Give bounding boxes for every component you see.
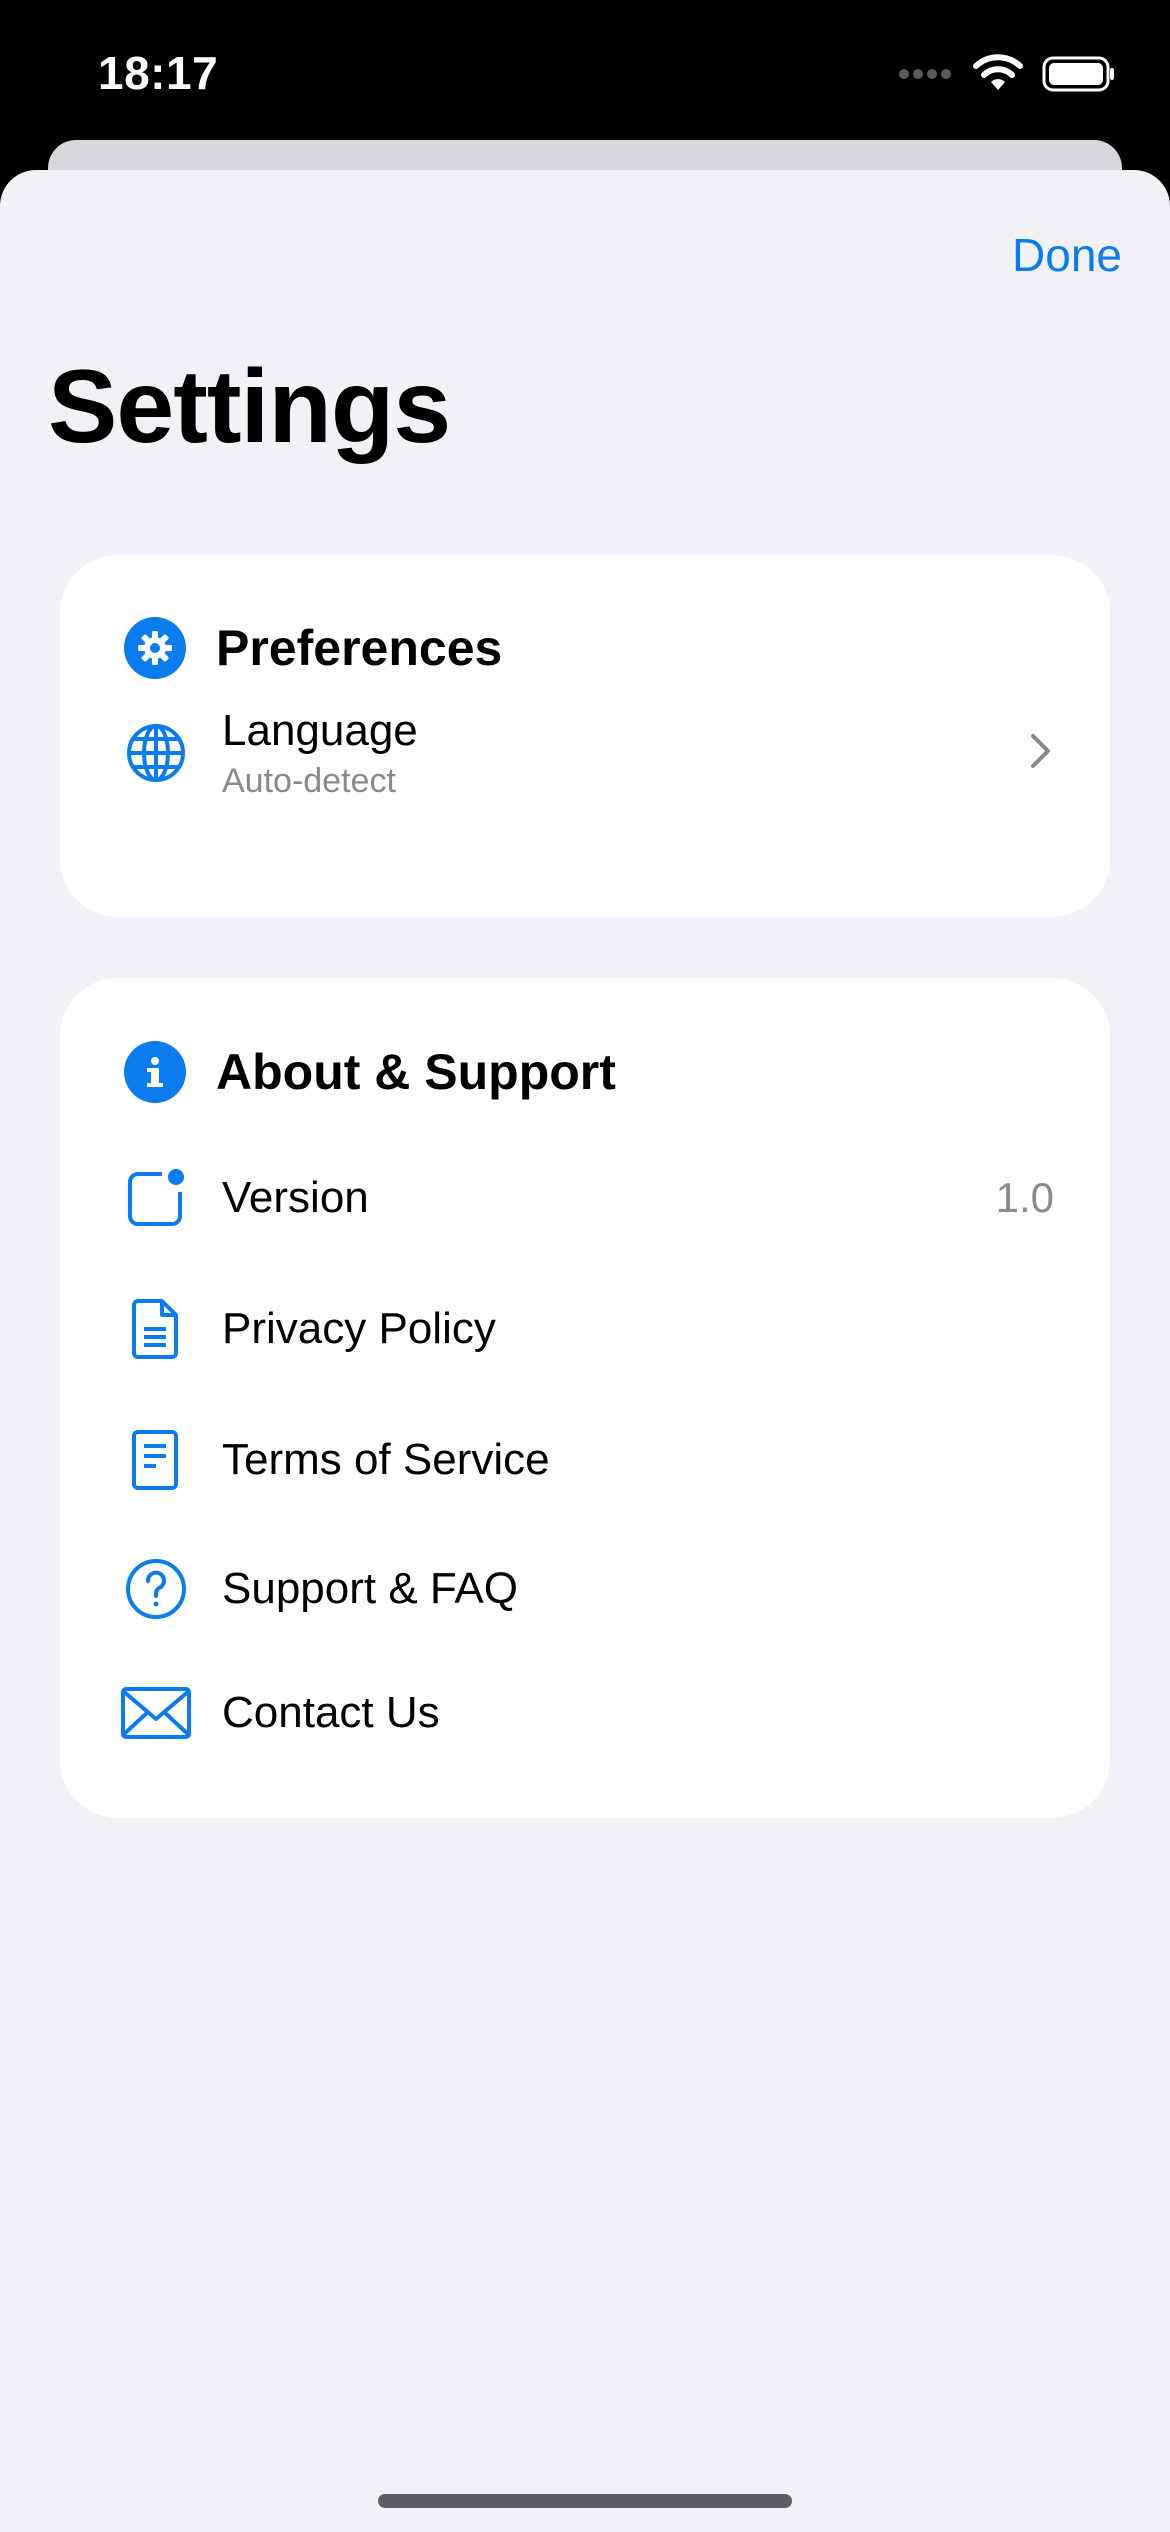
preferences-title: Preferences: [216, 620, 503, 676]
privacy-policy-row[interactable]: Privacy Policy: [116, 1284, 1054, 1374]
language-value: Auto-detect: [222, 761, 396, 800]
wifi-icon: [972, 54, 1024, 99]
document-icon: [116, 1289, 196, 1369]
version-value: 1.0: [995, 1174, 1054, 1221]
language-label: Language: [222, 705, 418, 755]
support-faq-row[interactable]: Support & FAQ: [116, 1544, 1054, 1634]
privacy-policy-label: Privacy Policy: [222, 1304, 496, 1353]
contact-us-row[interactable]: Contact Us: [116, 1668, 1054, 1758]
terms-of-service-label: Terms of Service: [222, 1435, 550, 1484]
settings-sheet: Done Settings Preferences Language Auto-…: [0, 170, 1170, 2532]
info-icon: [124, 1041, 186, 1103]
signal-dots-icon: [898, 67, 954, 86]
question-circle-icon: [116, 1549, 196, 1629]
about-title: About & Support: [216, 1044, 616, 1100]
preferences-header: Preferences: [124, 617, 502, 679]
home-indicator[interactable]: [378, 2494, 792, 2508]
doc-text-icon: [116, 1420, 196, 1500]
language-row[interactable]: Language Auto-detect: [116, 705, 1054, 801]
done-button[interactable]: Done: [1012, 228, 1122, 282]
support-faq-label: Support & FAQ: [222, 1564, 518, 1613]
page-title: Settings: [48, 349, 451, 465]
version-row: Version 1.0: [116, 1153, 1054, 1243]
terms-of-service-row[interactable]: Terms of Service: [116, 1415, 1054, 1505]
status-time: 18:17: [98, 47, 219, 99]
version-label: Version: [222, 1173, 369, 1222]
status-icons: [898, 54, 1116, 99]
about-header: About & Support: [124, 1041, 616, 1103]
status-bar: 18:17: [0, 0, 1170, 150]
globe-icon: [116, 713, 196, 793]
battery-icon: [1042, 56, 1116, 97]
preferences-card: Preferences Language Auto-detect: [60, 555, 1110, 917]
about-support-card: About & Support Version 1.0 Privacy Poli…: [60, 978, 1110, 1818]
contact-us-label: Contact Us: [222, 1688, 440, 1737]
gear-icon: [124, 617, 186, 679]
envelope-icon: [116, 1673, 196, 1753]
chevron-right-icon: [1028, 731, 1054, 776]
app-badge-icon: [116, 1158, 196, 1238]
